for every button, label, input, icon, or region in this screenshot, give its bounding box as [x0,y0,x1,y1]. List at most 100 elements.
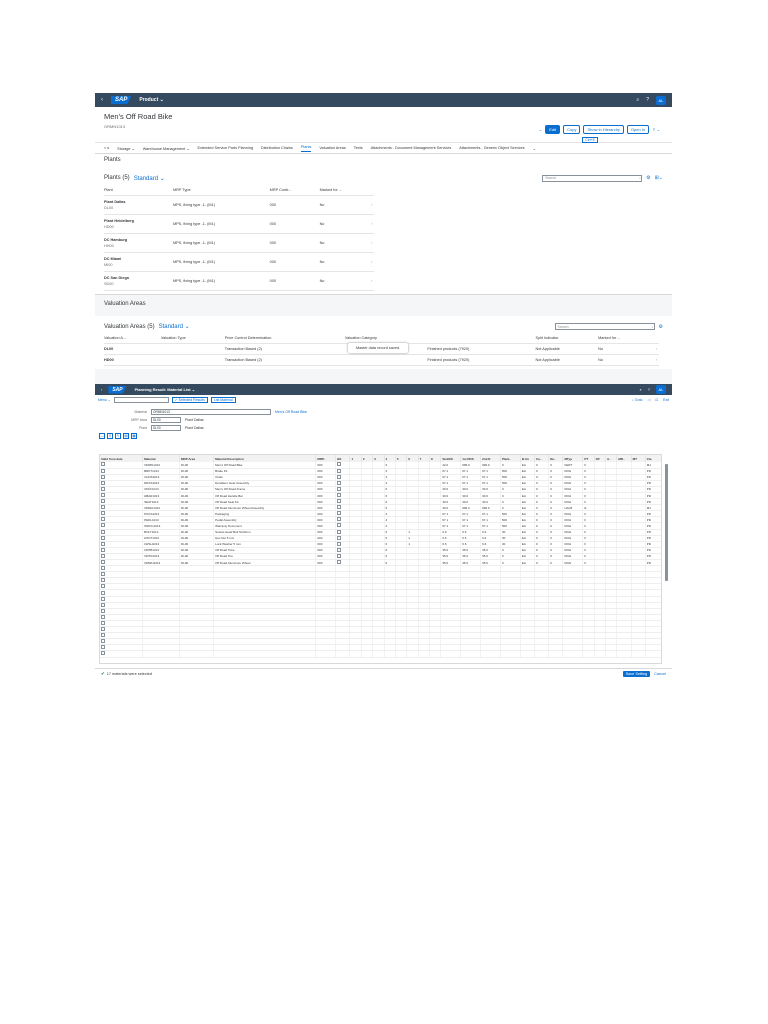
row-checkbox[interactable] [101,529,105,534]
tab-9[interactable]: Attachments - Generic Object Services [459,146,524,150]
column-header[interactable]: 1 [349,455,362,462]
select-cell[interactable] [100,650,144,658]
column-header[interactable]: Valuation A... [104,333,161,344]
column-header[interactable]: Material [142,455,181,462]
column-header[interactable]: Cla [645,455,661,462]
bulk-checkbox[interactable] [337,523,342,528]
edit-icon[interactable]: ✎ [115,433,121,439]
row-checkbox[interactable] [101,468,105,473]
cancel-button[interactable]: Cancel [654,672,666,676]
row-checkbox[interactable] [101,620,105,625]
scrollbar[interactable] [665,464,668,581]
column-header[interactable]: MRP.. [315,455,337,462]
tab-0[interactable]: < s [104,146,109,150]
help-icon[interactable]: ? [648,387,650,392]
collapse-icon[interactable]: — [99,433,105,439]
app-title[interactable]: Planning Result: Material List ⌄ [135,387,195,392]
row-checkbox[interactable] [101,541,105,546]
table-row[interactable]: HD00 Transaction Based (2) Finished produc… [104,354,659,366]
column-header[interactable]: 5 [395,455,408,462]
column-header[interactable]: Marked for ... [598,333,656,344]
row-checkbox[interactable] [101,480,105,485]
table-row[interactable]: DC Miami MI00 MPS, fixing type -1- (M1) 000… [104,252,374,272]
chevron-right-icon[interactable]: › [371,214,374,234]
plant-field[interactable]: DL00 [151,425,181,431]
column-header[interactable]: 1st RDS [460,455,482,462]
search-input[interactable]: Search ⌕ [554,323,655,330]
row-checkbox[interactable] [101,578,105,583]
variant-selector[interactable]: Standard ⌄ [159,323,190,330]
chevron-right-icon[interactable]: › [371,271,374,291]
row-checkbox[interactable] [101,651,105,656]
chevron-down-icon[interactable]: ⌄ [539,127,542,132]
chevron-right-icon[interactable]: › [655,354,659,366]
mrp-area-field[interactable]: DL00 [151,417,181,423]
row-checkbox[interactable] [101,511,105,516]
bulk-checkbox[interactable] [337,529,342,534]
column-header[interactable]: Plant.. [500,455,521,462]
row-checkbox[interactable] [101,499,105,504]
column-header[interactable]: 7 [418,455,430,462]
bulk-checkbox[interactable] [337,517,342,522]
row-checkbox[interactable] [101,474,105,479]
tab-4[interactable]: Distribution Chains [261,146,293,150]
row-checkbox[interactable] [101,633,105,638]
menu-button[interactable]: Menu ⌄ [98,398,111,402]
chevron-right-icon[interactable]: › [371,195,374,215]
row-checkbox[interactable] [101,523,105,528]
bulk-checkbox[interactable] [337,553,342,558]
bulk-checkbox[interactable] [337,541,342,546]
settings-icon[interactable]: ⚙ [659,324,663,330]
column-header[interactable] [427,333,536,344]
search-icon[interactable]: ⌕ [639,176,641,180]
show-in-hierarchy-button[interactable]: Show in Hierarchy [583,125,624,134]
tab-10[interactable]: ⌄ [533,146,536,151]
chevron-right-icon[interactable]: › [655,343,659,355]
filter-icon[interactable]: ⚲ [107,433,113,439]
search-icon[interactable]: ⌕ [636,97,639,103]
row-checkbox[interactable] [101,645,105,650]
row-checkbox[interactable] [101,535,105,540]
toolbar-action-1[interactable]: ◁ [648,398,651,402]
column-header[interactable]: MRP Type [172,185,270,196]
app-title[interactable]: Product ⌄ [139,97,163,103]
column-header[interactable]: BS [335,455,351,462]
table-row[interactable]: Plant Dallas DL00 MPS, fixing type -1- (M1… [104,195,374,215]
row-checkbox[interactable] [101,584,105,589]
row-checkbox[interactable] [101,553,105,558]
material-field[interactable]: ORMN1013 [151,409,271,415]
column-header[interactable]: PT [582,455,595,462]
column-header[interactable]: 2nd R [480,455,501,462]
table-row[interactable]: DC San Diego SD00 MPS, fixing type -1- (M1… [104,271,374,291]
toolbar-action-0[interactable]: ⌕ Goto [632,398,643,402]
row-checkbox[interactable] [101,566,105,571]
help-icon[interactable]: ? [646,97,649,103]
list-material-button[interactable]: List Material [210,396,236,403]
save-setting-button[interactable]: Save Setting [622,670,651,677]
column-header[interactable]: Cu.. [534,455,550,462]
edit-button[interactable]: Edit [545,125,561,134]
bulk-checkbox[interactable] [337,560,342,565]
share-icon[interactable]: ⇪ ⌄ [652,127,660,132]
column-header[interactable]: Valuation Type [160,333,225,344]
settings-icon[interactable]: ⚙ [646,175,650,181]
column-header[interactable]: B.Un [520,455,536,462]
column-header[interactable]: SP [594,455,607,462]
copy-button[interactable]: Copy [563,125,581,134]
tab-7[interactable]: Texts [354,146,363,150]
bulk-checkbox[interactable] [337,547,342,552]
avatar[interactable]: AL [656,385,666,394]
column-header[interactable]: MTyp [562,455,584,462]
avatar[interactable]: AL [656,95,666,105]
bulk-checkbox[interactable] [337,462,342,467]
row-checkbox[interactable] [101,462,105,467]
tab-8[interactable]: Attachments - Document Management Servic… [371,146,452,150]
open-in-button[interactable]: Open In [626,125,650,134]
column-header[interactable]: Valid from date [100,455,144,462]
row-checkbox[interactable] [101,560,105,565]
table-row[interactable]: DC Hamburg HH00 MPS, fixing type -1- (M1) 0… [104,233,374,253]
variant-selector[interactable]: Standard ⌄ [134,175,165,182]
row-checkbox[interactable] [101,596,105,601]
bulk-checkbox[interactable] [337,499,342,504]
column-header[interactable]: 4 [384,455,396,462]
